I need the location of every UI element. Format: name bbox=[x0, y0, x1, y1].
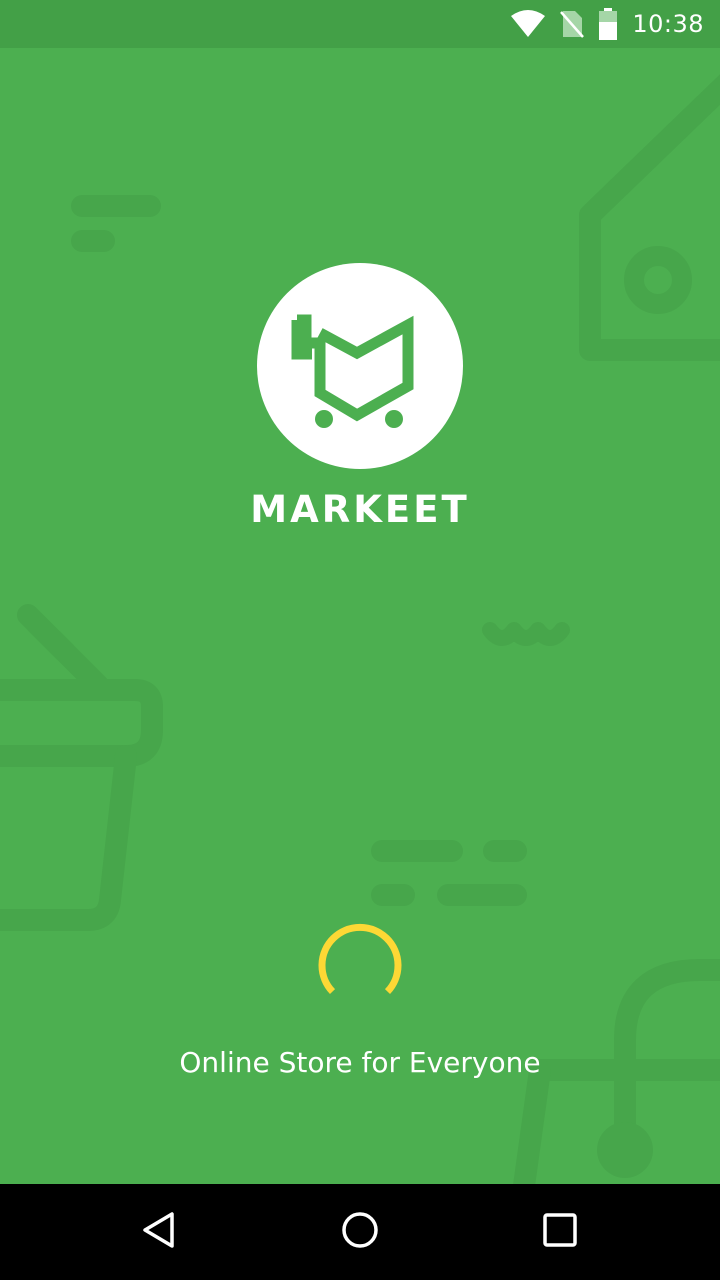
splash-screen: 10:38 MARKEET Online Store for Everyone bbox=[0, 0, 720, 1280]
shopping-cart-m-logo-icon bbox=[291, 314, 414, 428]
app-name: MARKEET bbox=[250, 488, 470, 531]
home-icon bbox=[340, 1210, 380, 1255]
navigation-bar bbox=[0, 1184, 720, 1280]
background-pattern bbox=[0, 74, 720, 1184]
app-logo bbox=[257, 263, 463, 469]
no-sim-icon bbox=[560, 9, 585, 39]
battery-icon bbox=[598, 8, 618, 40]
status-bar: 10:38 bbox=[0, 0, 720, 48]
back-button[interactable] bbox=[120, 1204, 200, 1260]
back-icon bbox=[140, 1210, 180, 1255]
recents-icon bbox=[540, 1210, 580, 1255]
home-button[interactable] bbox=[320, 1204, 400, 1260]
status-time: 10:38 bbox=[632, 10, 704, 38]
recents-button[interactable] bbox=[520, 1204, 600, 1260]
loading-spinner bbox=[318, 922, 402, 1006]
wifi-icon bbox=[510, 10, 546, 38]
tagline: Online Store for Everyone bbox=[179, 1046, 541, 1079]
